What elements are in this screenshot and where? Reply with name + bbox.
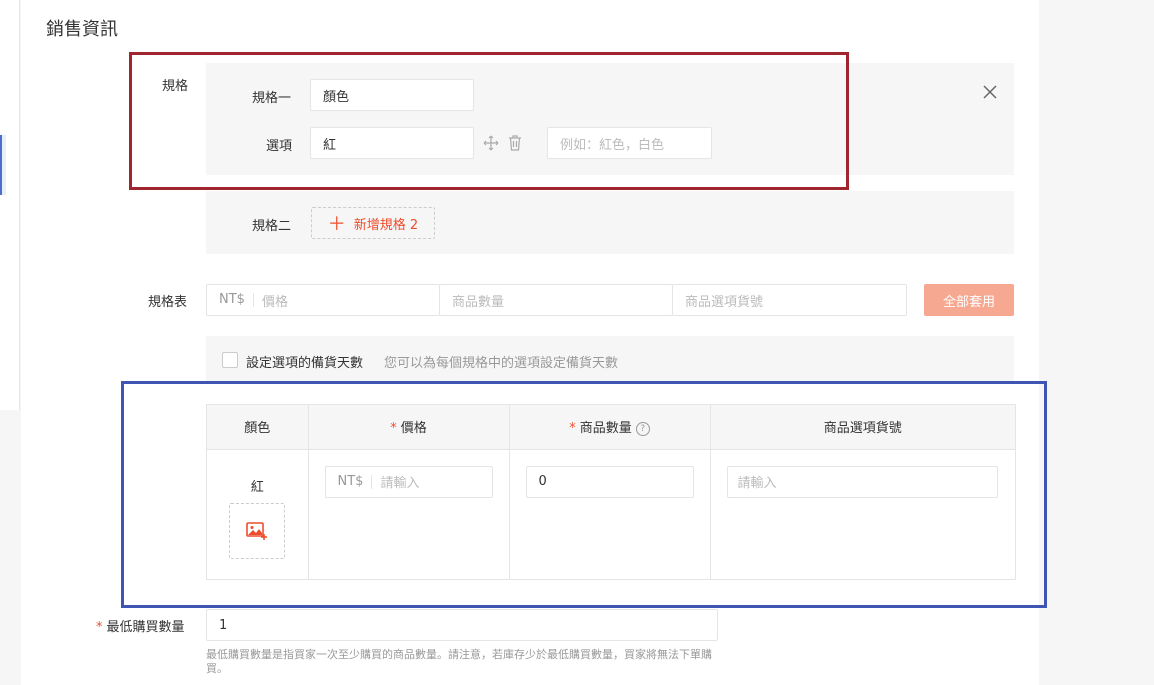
add-spec2-button[interactable]: ＋ 新增規格 2 [311,207,435,239]
left-sidebar-active-marker [0,135,6,195]
min-purchase-input[interactable]: 1 [206,609,718,641]
lead-time-checkbox[interactable] [222,352,238,368]
batch-price-input[interactable]: NT$ 價格 [206,284,440,316]
min-purchase-value: 1 [219,617,228,633]
spec2-label: 規格二 [252,219,292,234]
min-purchase-label: * 最低購買數量 [96,620,185,635]
lead-time-label: 設定選項的備貨天數 [246,356,364,371]
spec-table-label: 規格表 [148,295,188,310]
batch-price-placeholder: 價格 [261,294,288,310]
batch-qty-input[interactable]: 商品數量 [439,284,673,316]
section-title: 銷售資訊 [46,19,118,40]
plus-icon: ＋ [327,214,346,235]
highlight-box-red [129,52,849,190]
lead-time-hint: 您可以為每個規格中的選項設定備貨天數 [384,356,619,371]
batch-qty-placeholder: 商品數量 [452,294,505,310]
currency-prefix: NT$ [219,293,254,307]
min-purchase-hint: 最低購買數量是指買家一次至少購買的商品數量。請注意，若庫存少於最低購買數量，買家… [206,648,712,675]
left-sidebar-edge [0,0,20,410]
highlight-box-blue [121,381,1047,608]
right-background [1039,0,1154,685]
batch-sku-input[interactable]: 商品選項貨號 [672,284,907,316]
add-spec2-label: 新增規格 2 [353,217,419,233]
apply-all-button[interactable]: 全部套用 [924,284,1014,316]
min-purchase-label-text: 最低購買數量 [106,620,185,635]
close-icon[interactable] [982,84,998,104]
batch-sku-placeholder: 商品選項貨號 [685,294,764,310]
